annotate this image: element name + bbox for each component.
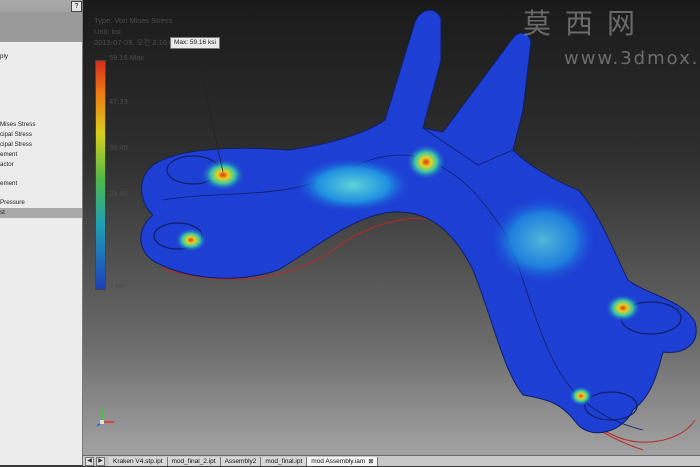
tree-item[interactable]: ply bbox=[0, 52, 82, 62]
legend-tick: 0 Min bbox=[109, 281, 128, 290]
tree-item[interactable]: ement bbox=[0, 150, 82, 160]
tab-label: Assembly2 bbox=[224, 457, 257, 465]
stress-hotspot bbox=[201, 159, 245, 191]
tree-item[interactable]: Pressure bbox=[0, 198, 82, 208]
axis-triad-icon[interactable] bbox=[94, 404, 118, 428]
browser-header-strip bbox=[0, 12, 82, 42]
tab-kraken[interactable]: Kraken V4.stp.ipt bbox=[109, 456, 168, 466]
legend-tick: 59.16 Max bbox=[109, 53, 145, 62]
tab-assembly2[interactable]: Assembly2 bbox=[220, 456, 262, 466]
stress-hotspot bbox=[569, 386, 593, 406]
tree-item[interactable]: cipal Stress bbox=[0, 140, 82, 150]
tab-label: mod_final.ipt bbox=[265, 457, 303, 465]
legend-tick: 23.66 bbox=[109, 189, 128, 198]
result-type: Type: Von Mises Stress bbox=[94, 16, 173, 25]
part-body bbox=[140, 9, 697, 434]
browser-header: ? bbox=[0, 0, 82, 42]
stress-region bbox=[293, 157, 413, 213]
legend-tick: 47.33 bbox=[109, 97, 128, 106]
tree-item[interactable]: Mises Stress bbox=[0, 120, 82, 130]
help-button[interactable]: ? bbox=[71, 1, 82, 12]
watermark-logo: 莫西网 bbox=[523, 7, 650, 40]
tree-item-selected[interactable]: st bbox=[0, 208, 82, 218]
tab-label: Kraken V4.stp.ipt bbox=[113, 457, 163, 465]
tab-mod-final-2[interactable]: mod_final_2.ipt bbox=[167, 456, 221, 466]
max-value-tag[interactable]: Max: 59.16 ksi bbox=[170, 37, 220, 49]
stress-region bbox=[488, 195, 598, 285]
tree-item[interactable]: cipal Stress bbox=[0, 130, 82, 140]
result-unit: Unit: ksi bbox=[94, 27, 121, 36]
stress-hotspot bbox=[175, 228, 207, 252]
graphics-viewport[interactable]: Type: Von Mises Stress Unit: ksi 2013-07… bbox=[83, 0, 700, 455]
stress-hotspot bbox=[406, 144, 446, 180]
tab-mod-assembly[interactable]: mod Assembly.iam ⊠ bbox=[307, 456, 379, 466]
tree-item[interactable]: ement bbox=[0, 179, 82, 189]
color-legend-bar bbox=[95, 60, 106, 290]
tab-scroll-left-icon[interactable]: ◀ bbox=[85, 456, 94, 466]
browser-panel: ? ply Mises Stress cipal Stress cipal St… bbox=[0, 0, 83, 465]
stress-hotspot bbox=[605, 294, 641, 322]
tab-mod-final[interactable]: mod_final.ipt bbox=[261, 456, 308, 466]
legend-tick: 11.83 bbox=[109, 235, 128, 244]
tab-label: mod_final_2.ipt bbox=[171, 457, 216, 465]
result-info: Type: Von Mises Stress Unit: ksi 2013-07… bbox=[94, 15, 177, 48]
close-tab-icon[interactable]: ⊠ bbox=[368, 459, 373, 465]
tree-item[interactable]: actor bbox=[0, 160, 82, 170]
tab-scroll-right-icon[interactable]: ▶ bbox=[96, 456, 105, 466]
watermark-url: www.3dmox.com bbox=[564, 48, 700, 69]
legend-tick: 35.49 bbox=[109, 143, 128, 152]
document-tab-bar: ◀ ▶ Kraken V4.stp.ipt mod_final_2.ipt As… bbox=[83, 455, 700, 466]
tab-label: mod Assembly.iam bbox=[311, 457, 366, 465]
result-date: 2013-07-09, 오전 2:16:08 bbox=[94, 38, 178, 47]
